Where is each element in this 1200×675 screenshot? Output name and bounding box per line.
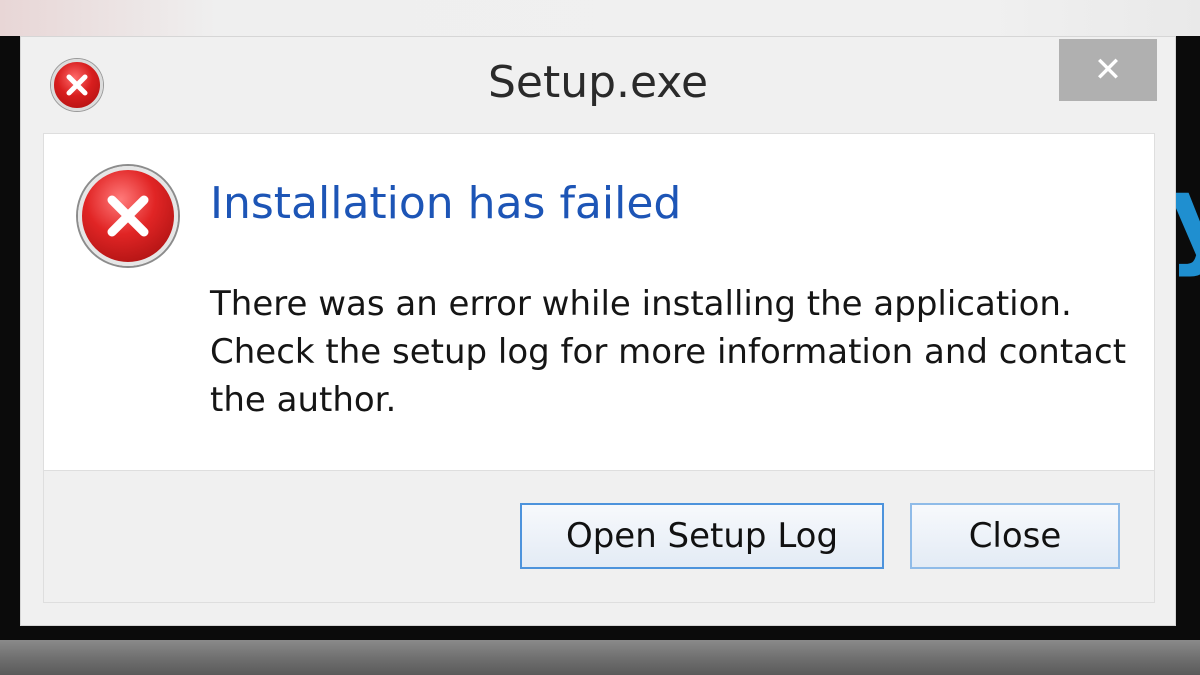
error-heading: Installation has failed [210,178,682,229]
open-setup-log-button[interactable]: Open Setup Log [520,503,884,569]
window-title: Setup.exe [487,57,709,108]
error-dialog: Setup.exe ✕ Installation has failed Ther… [20,36,1176,626]
title-bar[interactable]: Setup.exe ✕ [21,37,1175,133]
content-panel: Installation has failed There was an err… [43,133,1155,471]
window-close-button[interactable]: ✕ [1059,39,1157,101]
close-button[interactable]: Close [910,503,1120,569]
taskbar [0,640,1200,675]
button-bar: Open Setup Log Close [43,471,1155,603]
error-message: There was an error while installing the … [210,284,1127,420]
background-top-strip [0,0,1200,36]
error-icon [78,166,178,266]
close-icon: ✕ [1093,50,1123,90]
